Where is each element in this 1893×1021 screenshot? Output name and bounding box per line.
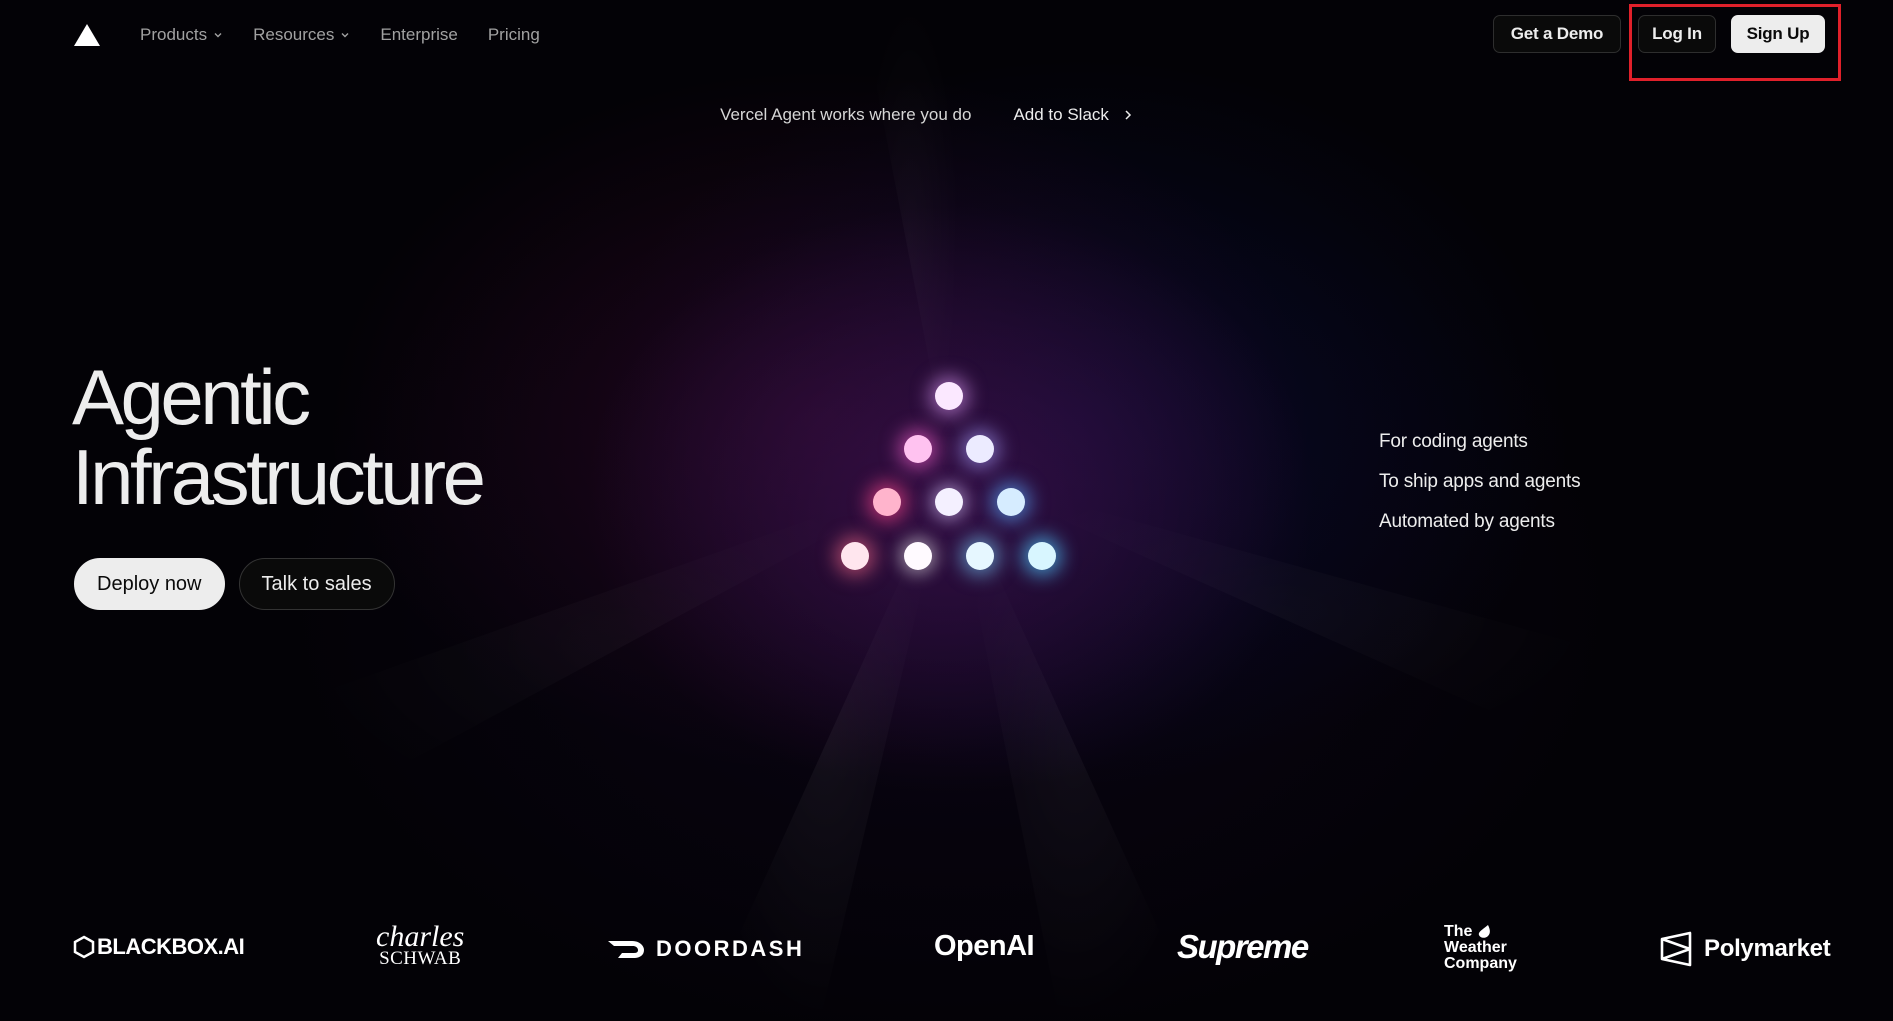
drop-icon [1479,925,1491,938]
polymarket-logo-text: Polymarket [1704,935,1831,962]
hero-title-line2: Infrastructure [72,433,486,521]
deploy-now-button[interactable]: Deploy now [74,558,225,610]
add-to-slack-label: Add to Slack [1013,105,1109,124]
blackbox-hexagon-icon [73,935,95,959]
doordash-logo-text: DOORDASH [656,936,805,961]
nav-enterprise-label: Enterprise [380,25,458,44]
charles-schwab-top: charles [376,920,465,953]
glow-dot [997,488,1025,516]
tagline: For coding agents [1379,431,1528,452]
page: Products Resources Enterprise Pricing Ge… [0,0,1893,1021]
glow-dot [1028,542,1056,570]
weather-company-line2: Weather [1444,939,1507,956]
weather-company-line: The [1444,924,1492,940]
nav-products-label: Products [140,25,208,44]
hero-title-line1: Agentic [72,353,311,441]
glow-dot [841,542,869,570]
doordash-dash-icon [608,941,644,958]
dots-triangle-graphic [820,370,1080,590]
weather-company-line1: The [1444,923,1473,940]
top-navigation: Products Resources Enterprise Pricing Ge… [0,0,1893,81]
chevron-down-icon [214,33,222,38]
nav-resources[interactable]: Resources [253,25,350,45]
vercel-triangle-icon[interactable] [74,24,100,46]
polymarket-icon [1660,931,1692,967]
nav-links: Products Resources Enterprise Pricing [140,25,540,45]
nav-pricing[interactable]: Pricing [488,25,540,45]
get-demo-button[interactable]: Get a Demo [1493,15,1621,53]
nav-products[interactable]: Products [140,25,223,45]
signup-button[interactable]: Sign Up [1731,15,1825,53]
add-to-slack-link[interactable]: Add to Slack [1013,105,1132,125]
hero-title: Agentic Infrastructure [72,353,486,521]
glow-dot [904,435,932,463]
blackbox-logo-text: BLACKBOX.AI [97,934,245,959]
weather-company-logo: The Weather Company [1444,924,1517,972]
taglines: For coding agents To ship apps and agent… [1379,430,1581,534]
nav-resources-label: Resources [253,25,335,44]
glow-dot [935,488,963,516]
login-button[interactable]: Log In [1638,15,1716,53]
announcement-text: Vercel Agent works where you do [720,105,972,124]
charles-schwab-logo: charles SCHWAB [376,920,465,970]
glow-dot [966,435,994,463]
glow-dot [904,542,932,570]
talk-to-sales-button[interactable]: Talk to sales [238,558,395,610]
charles-schwab-bottom: SCHWAB [379,948,462,969]
openai-logo-text: OpenAI [934,930,1035,962]
openai-logo: OpenAI [934,930,1035,963]
tagline: To ship apps and agents [1379,471,1581,492]
glow-dot [966,542,994,570]
customer-logos: BLACKBOX.AI charles SCHWAB DOORDASH Open… [0,918,1893,988]
tagline: Automated by agents [1379,511,1555,532]
announcement-bar: Vercel Agent works where you do Add to S… [0,105,1893,125]
chevron-right-icon [1125,110,1131,120]
supreme-logo: Supreme [1177,928,1309,966]
glow-dot [935,382,963,410]
weather-company-line3: Company [1444,955,1517,972]
blackbox-logo: BLACKBOX.AI [73,934,245,960]
doordash-logo: DOORDASH [606,936,804,962]
glow-dot [873,488,901,516]
polymarket-logo: Polymarket [1660,931,1831,967]
chevron-down-icon [341,33,349,38]
hero-buttons: Deploy now Talk to sales [74,558,395,610]
nav-pricing-label: Pricing [487,25,540,44]
nav-enterprise[interactable]: Enterprise [380,25,457,45]
supreme-logo-text: Supreme [1177,928,1309,965]
